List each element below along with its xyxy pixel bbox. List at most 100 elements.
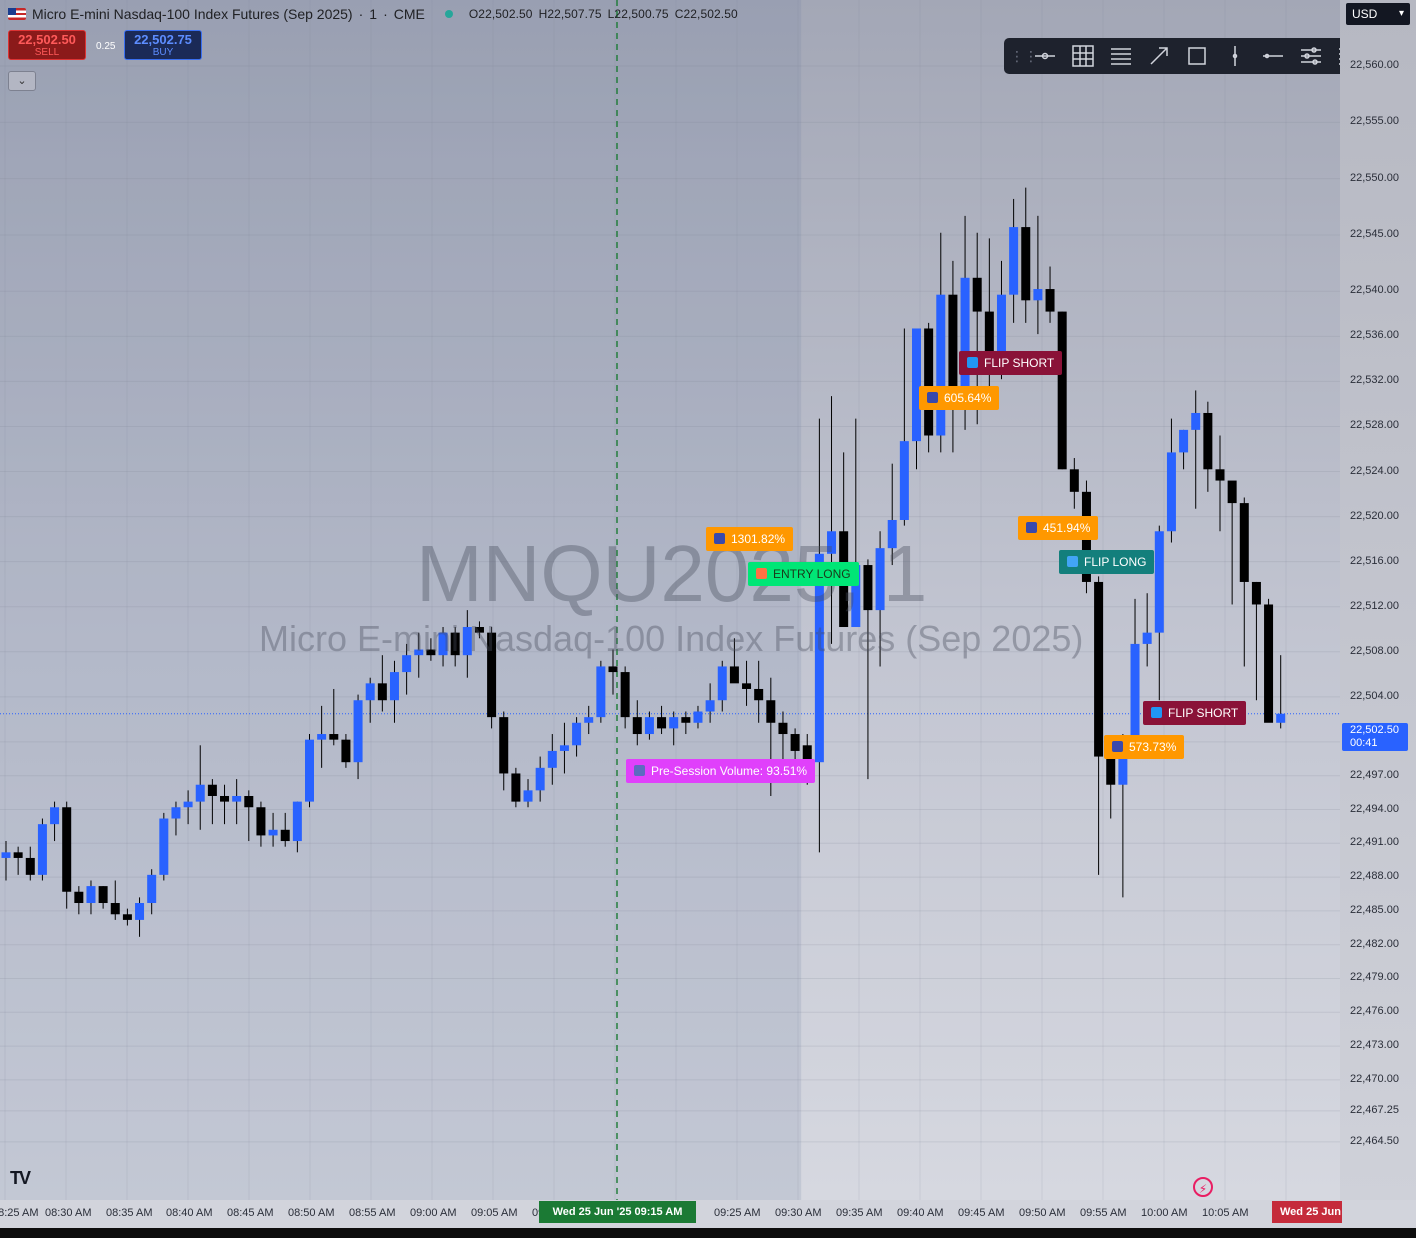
candle-body — [523, 790, 533, 802]
ohlc-high: H22,507.75 — [538, 7, 602, 21]
time-tick-label: 08:35 AM — [106, 1207, 153, 1219]
rocket-icon — [756, 568, 767, 579]
buy-button[interactable]: 22,502.75 BUY — [124, 30, 202, 60]
time-tick-label: 09:45 AM — [958, 1207, 1005, 1219]
time-tick-label: 08:30 AM — [45, 1207, 92, 1219]
annotation-badge: 1301.82% — [706, 527, 794, 551]
lines-icon[interactable] — [1102, 38, 1140, 74]
price-tick-label: 22,464.50 — [1350, 1134, 1399, 1147]
candle-body — [110, 903, 120, 915]
symbol-header[interactable]: Micro E-mini Nasdaq-100 Index Futures (S… — [8, 4, 738, 24]
time-axis[interactable]: 08:25 AM 08:30 AM 08:35 AM 08:40 AM 08:45 AM… — [0, 1200, 1416, 1228]
candle-body — [25, 857, 35, 875]
candle — [1203, 401, 1213, 492]
time-tick-label: 09:50 AM — [1019, 1207, 1066, 1219]
currency-label: USD — [1352, 7, 1378, 21]
annotation-badge: FLIP SHORT — [959, 351, 1063, 375]
candle-body — [329, 734, 339, 740]
candle — [596, 660, 606, 723]
candle-body — [389, 672, 399, 701]
candle-body — [778, 722, 788, 735]
candle-body — [1106, 756, 1116, 785]
candle-body — [1191, 412, 1201, 430]
candle-body — [608, 666, 618, 673]
candle-body — [596, 666, 606, 718]
annotation-badge: ENTRY LONG — [748, 562, 859, 586]
horizontal-line-icon[interactable] — [1026, 38, 1064, 74]
price-tick-label: 22,524.00 — [1350, 464, 1399, 477]
time-tick-label: 08:40 AM — [166, 1207, 213, 1219]
candle-body — [220, 795, 230, 802]
price-tick-label: 22,508.00 — [1350, 644, 1399, 657]
ohlc-close: C22,502.50 — [674, 7, 738, 21]
chart-mini-icon — [1112, 741, 1123, 752]
more-lines-icon[interactable] — [1330, 38, 1340, 74]
candle-body — [244, 795, 254, 808]
price-tick-label: 22,536.00 — [1350, 329, 1399, 342]
candle-body — [657, 717, 667, 729]
candle-body — [547, 750, 557, 768]
candle-body — [1239, 503, 1249, 582]
settings-lines-icon[interactable] — [1292, 38, 1330, 74]
candle-body — [317, 734, 327, 740]
candle-body — [1033, 289, 1043, 301]
price-tick-label: 22,479.00 — [1350, 971, 1399, 984]
candle — [1069, 458, 1079, 509]
candle — [1045, 266, 1055, 323]
sell-price: 22,502.50 — [18, 32, 76, 47]
candle — [1179, 429, 1189, 470]
sell-button[interactable]: 22,502.50 SELL — [8, 30, 86, 60]
candle-body — [305, 739, 314, 802]
annotation-badge: 451.94% — [1018, 516, 1099, 540]
candle-body — [1057, 311, 1067, 470]
candle-body — [50, 807, 60, 825]
time-tick-label: 08:55 AM — [349, 1207, 396, 1219]
candle — [37, 818, 47, 881]
candle — [159, 812, 169, 881]
current-price-tag: 22,502.50 00:41 — [1342, 723, 1408, 751]
price-tick-label: 22,504.00 — [1350, 689, 1399, 702]
tradingview-logo-icon[interactable]: TV — [10, 1168, 31, 1189]
lightning-icon[interactable]: ⚡ — [1193, 1177, 1213, 1197]
candle-body — [1, 852, 11, 858]
chart-mini-icon — [927, 392, 938, 403]
chart-area[interactable]: MNQU2025, 1 Micro E-mini Nasdaq-100 Inde… — [0, 0, 1340, 1200]
ray-icon[interactable] — [1254, 38, 1292, 74]
price-axis[interactable]: 22,464.50 22,467.25 22,470.00 22,473.00 22,4… — [1340, 0, 1416, 1200]
candle-body — [268, 829, 278, 836]
candle-body — [790, 734, 800, 751]
annotation-text: 605.64% — [944, 391, 992, 405]
ohlc-open: O22,502.50 — [468, 7, 533, 21]
time-tick-label: 09:00 AM — [410, 1207, 457, 1219]
candle-body — [912, 328, 921, 442]
price-tick-label: 22,532.00 — [1350, 374, 1399, 387]
header-separator: · — [358, 6, 364, 22]
annotation-text: 1301.82% — [731, 532, 786, 546]
interval-label[interactable]: 1 — [369, 6, 377, 22]
price-tick-label: 22,488.00 — [1350, 870, 1399, 883]
annotation-text: FLIP SHORT — [1168, 706, 1239, 720]
price-tick-label: 22,494.00 — [1350, 802, 1399, 815]
drag-grip-icon[interactable]: ⋮⋮ — [1010, 48, 1038, 65]
grid-icon[interactable] — [1064, 38, 1102, 74]
candle-body — [1203, 412, 1213, 470]
candle-body — [717, 666, 727, 701]
vertical-line-icon[interactable] — [1216, 38, 1254, 74]
candle-body — [147, 874, 157, 904]
rectangle-icon[interactable] — [1178, 38, 1216, 74]
price-tick-label: 22,491.00 — [1350, 836, 1399, 849]
trend-arrow-icon[interactable] — [1140, 38, 1178, 74]
end-time-pill: Wed 25 Jun — [1272, 1201, 1342, 1223]
annotation-text: FLIP SHORT — [984, 356, 1055, 370]
candle — [1251, 581, 1261, 701]
flip-icon — [1067, 556, 1078, 567]
currency-selector[interactable]: USD ▾ — [1346, 3, 1410, 25]
time-tick-label: 09:30 AM — [775, 1207, 822, 1219]
candle-body — [171, 807, 181, 819]
candle — [1239, 497, 1249, 667]
drawing-toolbar[interactable]: ⋮⋮ — [1004, 38, 1340, 74]
collapse-chevron-button[interactable]: ⌄ — [8, 71, 36, 91]
symbol-title[interactable]: Micro E-mini Nasdaq-100 Index Futures (S… — [32, 6, 353, 22]
candle-body — [1251, 581, 1261, 605]
annotation-text: FLIP LONG — [1084, 555, 1147, 569]
